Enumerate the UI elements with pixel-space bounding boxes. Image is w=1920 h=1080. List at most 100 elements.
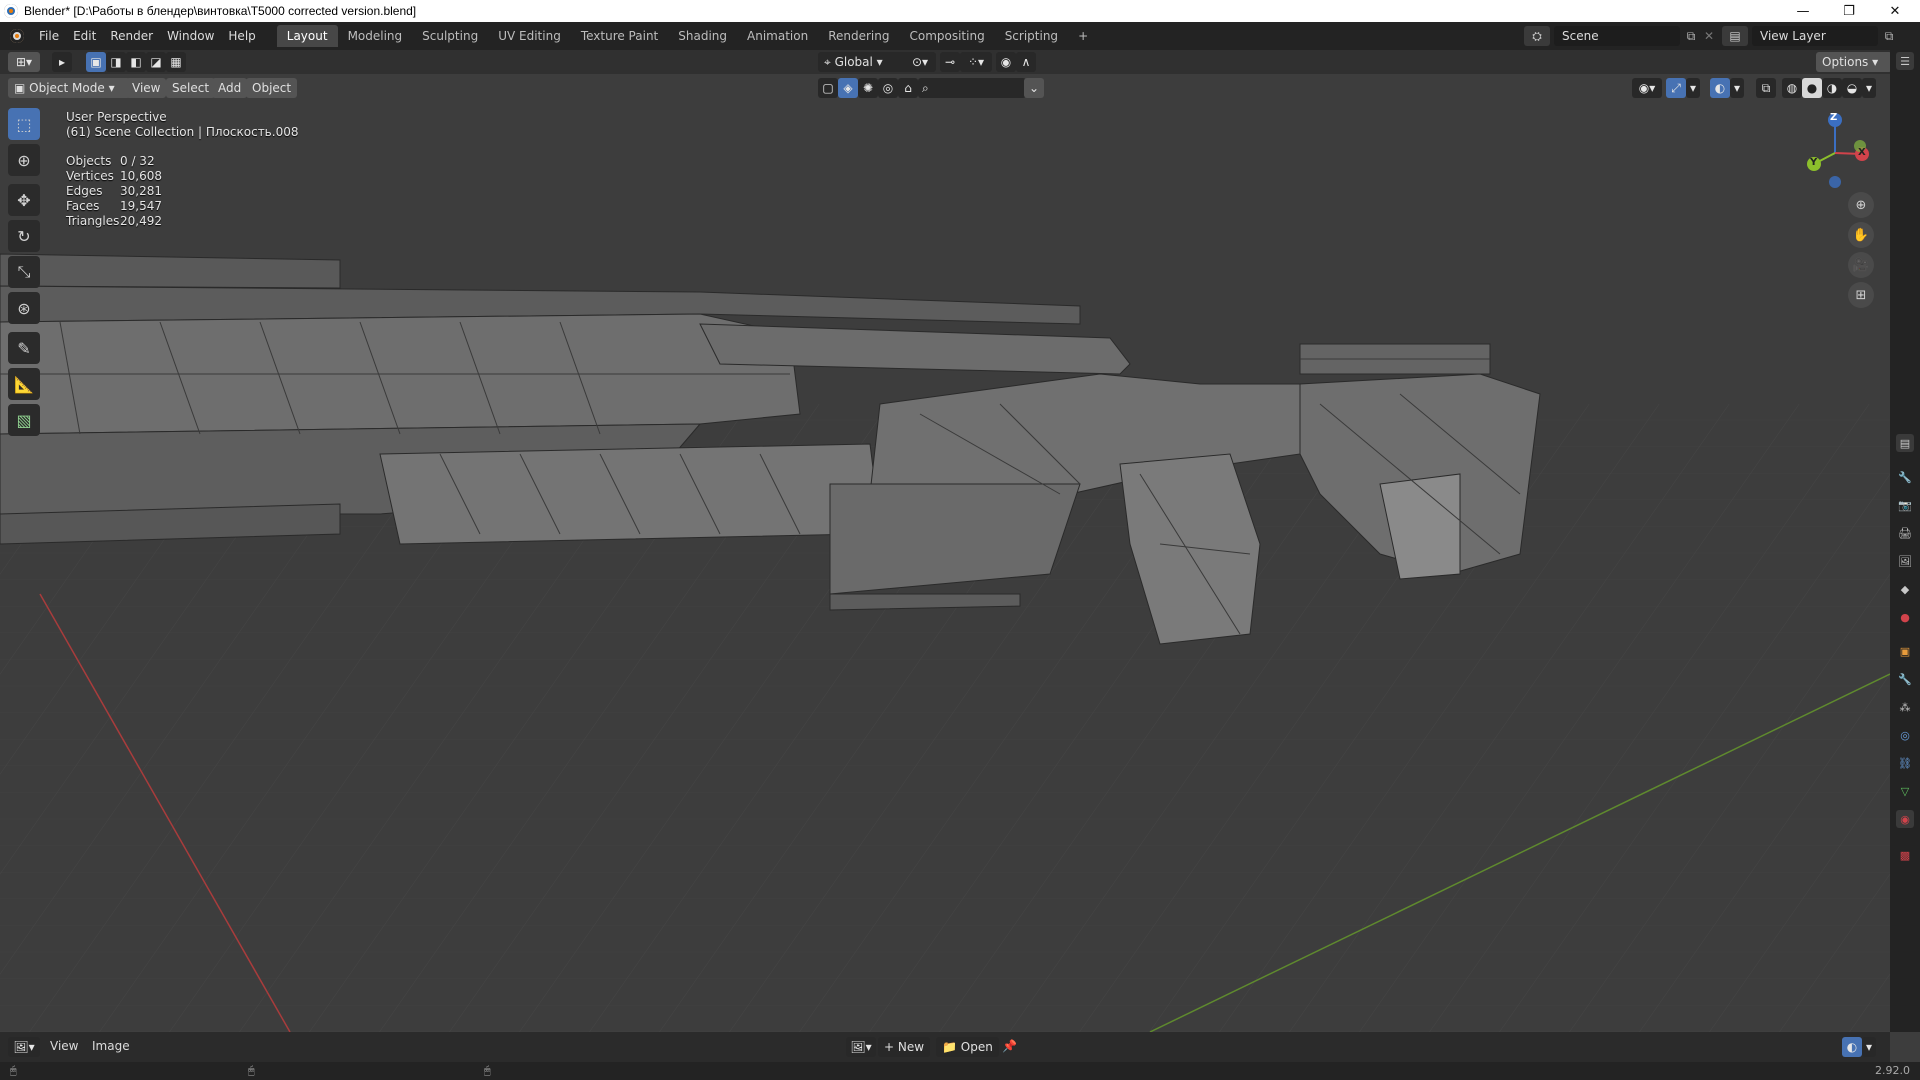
pin-icon[interactable]: 📌	[1002, 1039, 1017, 1053]
physics-properties-icon[interactable]: ◎	[1896, 726, 1914, 744]
menu-window[interactable]: Window	[160, 25, 221, 47]
overlays-icon[interactable]: ◐	[1710, 78, 1730, 98]
tab-compositing[interactable]: Compositing	[899, 25, 994, 47]
scene-properties-icon[interactable]: ◆	[1896, 580, 1914, 598]
add-menu[interactable]: Add	[212, 78, 248, 98]
browse-image-icon[interactable]: 🖼▾	[846, 1037, 876, 1057]
gizmo-toggle-icon[interactable]: ⤢	[1666, 78, 1686, 98]
select-extend-icon[interactable]: ◨	[106, 52, 126, 72]
menu-file[interactable]: File	[32, 25, 66, 47]
properties-editor-icon[interactable]: ▤	[1896, 434, 1914, 452]
filter-dropdown-icon[interactable]: ⌄	[1024, 78, 1044, 98]
add-cube-tool-icon[interactable]: ▧	[8, 404, 40, 436]
falloff-icon[interactable]: ∧	[1016, 52, 1036, 72]
copy-scene-icon[interactable]: ⧉	[1682, 26, 1700, 46]
tab-shading[interactable]: Shading	[668, 25, 737, 47]
tab-uv-editing[interactable]: UV Editing	[488, 25, 571, 47]
gizmo-dropdown-icon[interactable]: ▾	[1686, 78, 1700, 98]
new-image-button[interactable]: + New	[878, 1037, 931, 1057]
rotate-tool-icon[interactable]: ↻	[8, 220, 40, 252]
empty-filter-icon[interactable]: ⌂	[898, 78, 918, 98]
snap-target-icon[interactable]: ⁘▾	[960, 52, 992, 72]
zoom-icon[interactable]: ⊕	[1848, 192, 1874, 218]
tab-layout[interactable]: Layout	[276, 25, 338, 47]
view-layer-properties-icon[interactable]: 🖼	[1896, 552, 1914, 570]
tab-scripting[interactable]: Scripting	[995, 25, 1068, 47]
visibility-eye-icon[interactable]: ◉▾	[1632, 78, 1662, 98]
select-box-tool-icon[interactable]: ⬚	[8, 108, 40, 140]
camera-filter-icon[interactable]: ◎	[878, 78, 898, 98]
tab-animation[interactable]: Animation	[737, 25, 818, 47]
copy-view-layer-icon[interactable]: ⧉	[1880, 26, 1898, 46]
particles-properties-icon[interactable]: ⁂	[1896, 698, 1914, 716]
proportional-edit-icon[interactable]: ◉	[996, 52, 1016, 72]
camera-view-icon[interactable]: 🎥	[1848, 252, 1874, 278]
data-properties-icon[interactable]: ▽	[1896, 782, 1914, 800]
mode-dropdown[interactable]: ▣ Object Mode ▾	[8, 78, 130, 98]
select-new-icon[interactable]: ▣	[86, 52, 106, 72]
menu-help[interactable]: Help	[221, 25, 262, 47]
annotate-tool-icon[interactable]: ✎	[8, 332, 40, 364]
close-button[interactable]: ✕	[1872, 0, 1918, 22]
options-dropdown[interactable]: Options ▾	[1816, 52, 1892, 72]
pivot-point-icon[interactable]: ⊙▾	[904, 52, 936, 72]
scale-tool-icon[interactable]: ⤡	[8, 256, 40, 288]
tab-rendering[interactable]: Rendering	[818, 25, 899, 47]
output-properties-icon[interactable]: 🖨	[1896, 524, 1914, 542]
open-image-button[interactable]: 📁 Open	[936, 1037, 999, 1057]
image-view-menu[interactable]: View	[50, 1039, 78, 1053]
world-properties-icon[interactable]: ●	[1896, 608, 1914, 626]
navigation-gizmo[interactable]: Z Y X	[1790, 108, 1880, 198]
image-overlays-icon[interactable]: ◐	[1842, 1037, 1862, 1057]
select-tool-icon[interactable]: ▸	[52, 52, 72, 72]
material-properties-icon[interactable]: ◉	[1896, 810, 1914, 828]
pan-hand-icon[interactable]: ✋	[1848, 222, 1874, 248]
xray-icon[interactable]: ⧉	[1756, 78, 1776, 98]
rendered-shading-icon[interactable]: ◒	[1842, 78, 1862, 98]
perspective-grid-icon[interactable]: ⊞	[1848, 282, 1874, 308]
editor-type-icon[interactable]: ⊞▾	[8, 52, 40, 72]
modifier-properties-icon[interactable]: 🔧	[1896, 670, 1914, 688]
material-shading-icon[interactable]: ◑	[1822, 78, 1842, 98]
image-editor-type-icon[interactable]: 🖼▾	[8, 1037, 40, 1057]
object-properties-icon[interactable]: ▣	[1896, 642, 1914, 660]
tab-modeling[interactable]: Modeling	[338, 25, 413, 47]
menu-render[interactable]: Render	[103, 25, 160, 47]
select-box-icon[interactable]: ▢	[818, 78, 838, 98]
object-menu[interactable]: Object	[246, 78, 298, 98]
solid-shading-icon[interactable]: ●	[1802, 78, 1822, 98]
select-menu[interactable]: Select	[166, 78, 216, 98]
menu-edit[interactable]: Edit	[66, 25, 103, 47]
constraints-properties-icon[interactable]: ⛓	[1896, 754, 1914, 772]
select-mesh-icon[interactable]: ◈	[838, 78, 858, 98]
view-layer-icon[interactable]: ▤	[1722, 26, 1748, 46]
outliner-icon[interactable]: ☰	[1896, 52, 1914, 70]
wireframe-shading-icon[interactable]: ◍	[1782, 78, 1802, 98]
view-menu[interactable]: View	[126, 78, 167, 98]
transform-tool-icon[interactable]: ⊛	[8, 292, 40, 324]
light-icon[interactable]: ✺	[858, 78, 878, 98]
tab-sculpting[interactable]: Sculpting	[412, 25, 488, 47]
transform-orientation-dropdown[interactable]: ⌖ Global ▾	[818, 52, 910, 72]
shading-dropdown-icon[interactable]: ▾	[1862, 78, 1876, 98]
tool-settings-icon[interactable]: 🔧	[1896, 468, 1914, 486]
add-workspace-button[interactable]: +	[1068, 25, 1098, 47]
render-properties-icon[interactable]: 📷	[1896, 496, 1914, 514]
cursor-tool-icon[interactable]: ⊕	[8, 144, 40, 176]
measure-tool-icon[interactable]: 📐	[8, 368, 40, 400]
search-icon[interactable]: ⌕	[918, 78, 1026, 98]
move-tool-icon[interactable]: ✥	[8, 184, 40, 216]
select-intersect-icon[interactable]: ▦	[166, 52, 186, 72]
tab-texture-paint[interactable]: Texture Paint	[571, 25, 668, 47]
image-image-menu[interactable]: Image	[92, 1039, 130, 1053]
scene-icon[interactable]: ⛭	[1524, 26, 1550, 46]
view-layer-field[interactable]: View Layer	[1752, 26, 1878, 46]
overlays-dropdown-icon[interactable]: ▾	[1730, 78, 1744, 98]
minimize-button[interactable]: —	[1780, 0, 1826, 22]
select-subtract-icon[interactable]: ◧	[126, 52, 146, 72]
image-overlays-dropdown-icon[interactable]: ▾	[1862, 1037, 1876, 1057]
delete-scene-icon[interactable]: ✕	[1700, 26, 1718, 46]
restore-button[interactable]: ❐	[1826, 0, 1872, 22]
texture-properties-icon[interactable]: ▩	[1896, 846, 1914, 864]
snap-icon[interactable]: ⊸	[940, 52, 960, 72]
